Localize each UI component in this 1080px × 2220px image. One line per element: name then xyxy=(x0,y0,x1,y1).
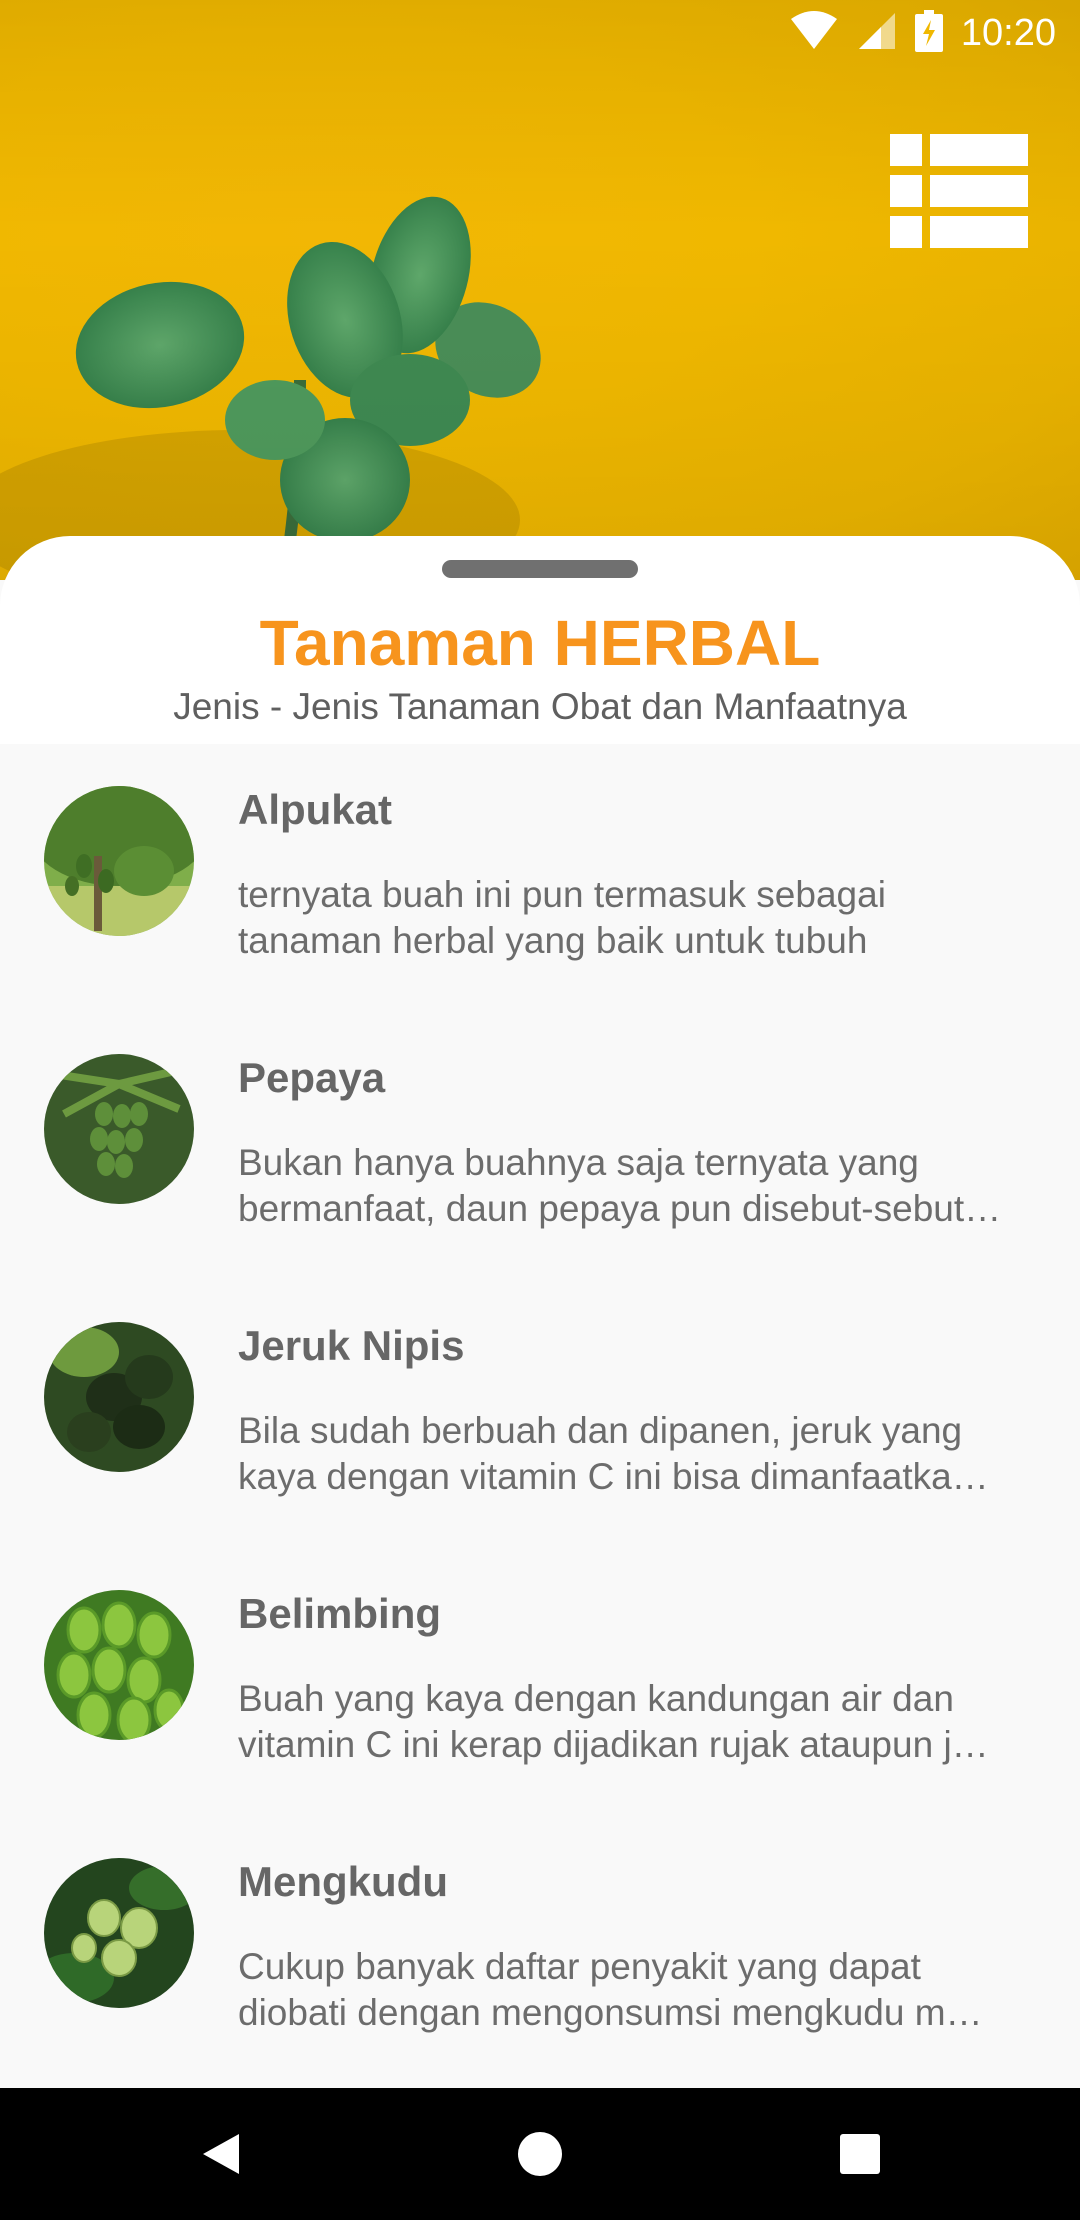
mint-leaves-image xyxy=(0,196,541,580)
wifi-icon xyxy=(789,11,839,55)
plant-name: Belimbing xyxy=(238,1590,442,1637)
plant-description: ternyata buah ini pun termasuk sebagai t… xyxy=(238,874,886,961)
plant-list: Alpukat ternyata buah ini pun termasuk s… xyxy=(0,744,1080,2088)
list-item[interactable]: Pepaya Bukan hanya buahnya saja ternyata… xyxy=(0,1012,1080,1280)
lime-thumbnail xyxy=(44,1322,194,1472)
home-icon xyxy=(518,2132,562,2176)
plant-name: Pepaya xyxy=(238,1054,386,1101)
list-item[interactable]: Alpukat ternyata buah ini pun termasuk s… xyxy=(0,744,1080,1012)
plant-description: Buah yang kaya dengan kandungan air dan … xyxy=(238,1678,989,1765)
plant-description: Bila sudah berbuah dan dipanen, jeruk ya… xyxy=(238,1410,989,1497)
status-bar: 10:20 xyxy=(0,0,1080,66)
plant-name: Alpukat xyxy=(238,786,393,833)
back-button[interactable] xyxy=(155,2088,287,2220)
plant-name: Jeruk Nipis xyxy=(238,1322,465,1369)
list-item[interactable]: Belimbing Buah yang kaya dengan kandunga… xyxy=(0,1548,1080,1816)
recents-icon xyxy=(840,2134,880,2174)
back-icon xyxy=(203,2134,239,2174)
noni-thumbnail xyxy=(44,1858,194,2008)
home-button[interactable] xyxy=(474,2088,606,2220)
page-subtitle: Jenis - Jenis Tanaman Obat dan Manfaatny… xyxy=(173,686,907,727)
list-item[interactable]: Mengkudu Cukup banyak daftar penyakit ya… xyxy=(0,1816,1080,2084)
plant-description: Bukan hanya buahnya saja ternyata yang b… xyxy=(238,1142,1002,1229)
page-title: Tanaman HERBAL xyxy=(259,607,821,679)
recents-button[interactable] xyxy=(794,2088,926,2220)
status-time: 10:20 xyxy=(960,11,1056,54)
grid-list-toggle-button[interactable] xyxy=(890,134,1028,248)
plant-description: Cukup banyak daftar penyakit yang dapat … xyxy=(238,1946,983,2033)
avocado-thumbnail xyxy=(44,786,194,936)
starfruit-thumbnail xyxy=(44,1590,194,1740)
header-image xyxy=(0,0,1080,580)
bottom-sheet-header: Tanaman HERBAL Jenis - Jenis Tanaman Oba… xyxy=(0,536,1080,744)
papaya-thumbnail xyxy=(44,1054,194,1204)
grid-list-icon xyxy=(890,134,1028,248)
signal-icon xyxy=(857,11,897,55)
list-item[interactable]: Jeruk Nipis Bila sudah berbuah dan dipan… xyxy=(0,1280,1080,1548)
system-navigation-bar xyxy=(0,2088,1080,2220)
drag-handle[interactable] xyxy=(442,560,638,578)
plant-name: Mengkudu xyxy=(238,1858,448,1905)
battery-icon xyxy=(914,10,943,56)
